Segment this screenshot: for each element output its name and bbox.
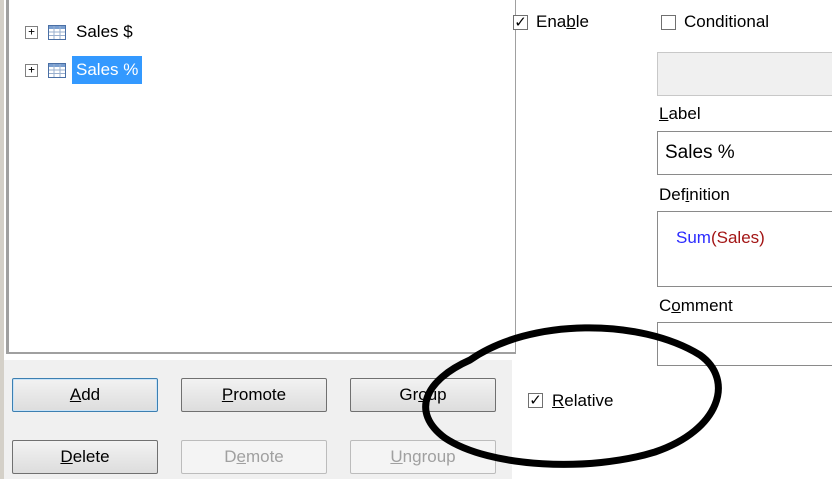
annotation-ellipse [422, 324, 722, 468]
